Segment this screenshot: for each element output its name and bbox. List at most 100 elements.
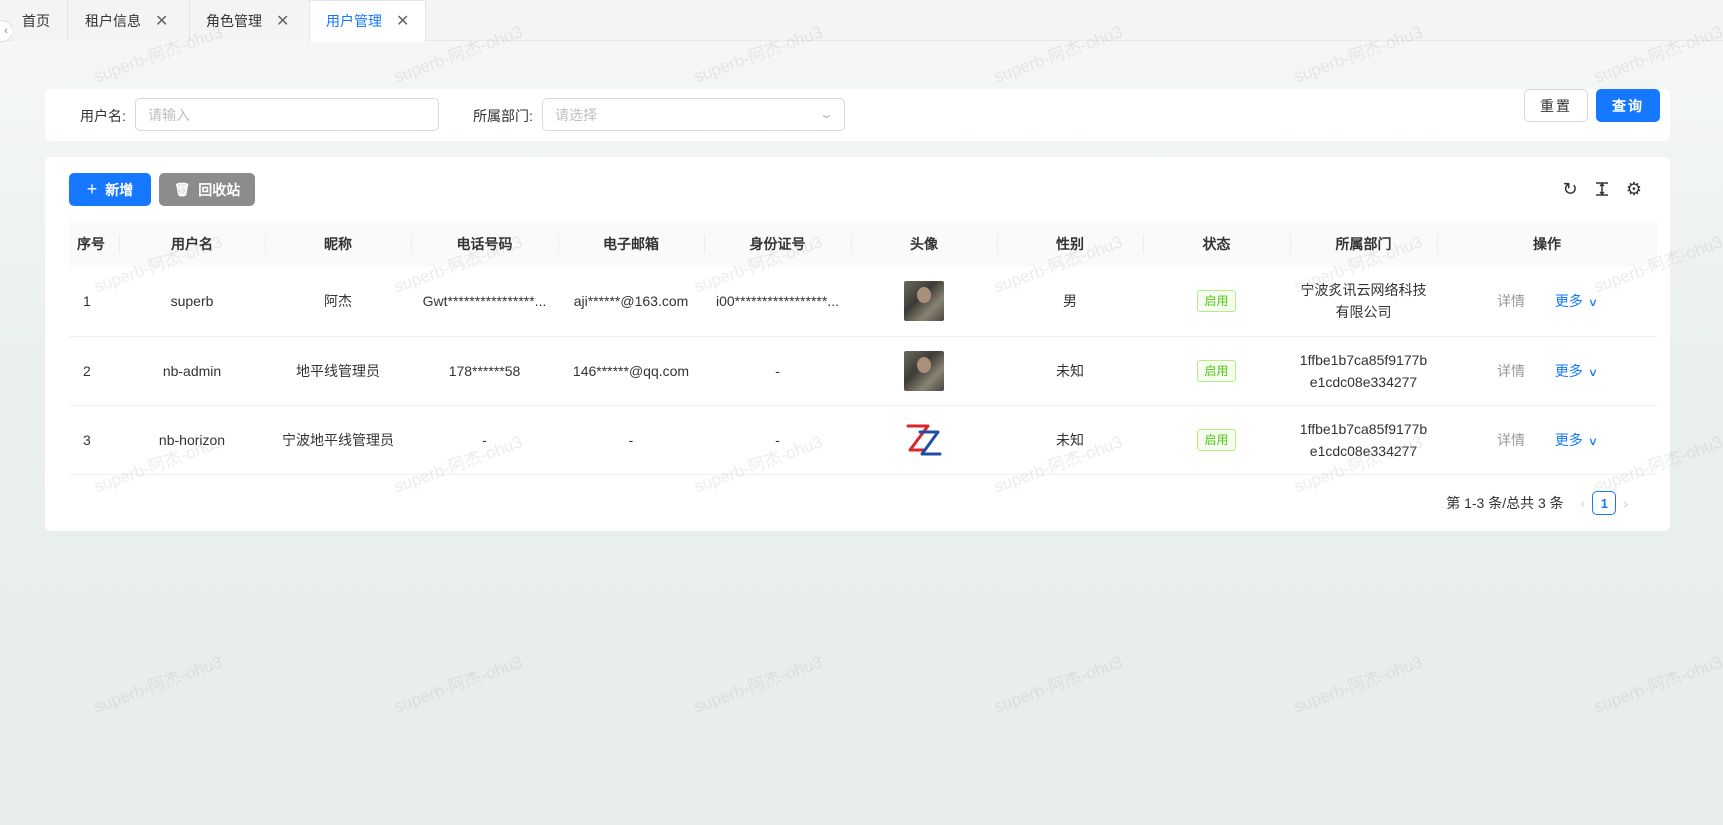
reset-button[interactable]: 重置 [1524,89,1588,122]
cell-index: 1 [69,267,119,337]
status-badge: 启用 [1197,428,1236,451]
cell-status: 启用 [1143,405,1290,475]
col-header: 用户名 [119,221,265,267]
cell-actions: 详情 更多 ∨ [1437,336,1657,406]
watermark-text: superb-阿杰-ohu3 [391,652,525,717]
chevron-down-icon: ∨ [1587,435,1599,448]
tab-role-management[interactable]: 角色管理 ✕ [190,0,310,41]
trash-icon: 🗑 [173,181,191,197]
query-label: 查询 [1612,97,1644,114]
query-button[interactable]: 查询 [1596,89,1660,122]
tab-home[interactable]: 首页 [12,0,68,41]
cell-idcard: - [704,405,851,475]
col-header: 所属部门 [1290,221,1437,267]
col-header: 身份证号 [704,221,851,267]
cell-avatar [851,267,997,337]
cell-username: nb-admin [119,336,265,406]
next-page-icon[interactable]: › [1623,495,1628,511]
col-header: 操作 [1437,221,1657,267]
cell-dept: 1ffbe1b7ca85f9177be1cdc08e334277 [1290,405,1437,475]
col-header: 电子邮箱 [558,221,704,267]
cell-index: 3 [69,405,119,475]
refresh-icon[interactable]: ↻ [1560,179,1580,199]
detail-link[interactable]: 详情 [1497,363,1525,379]
cell-username: nb-horizon [119,405,265,475]
table-row: 2 nb-admin 地平线管理员 178******58 146******@… [69,336,1657,406]
add-user-button[interactable]: + 新增 [69,173,151,206]
cell-phone: Gwt****************... [411,267,558,337]
close-icon[interactable]: ✕ [155,11,168,31]
tab-user-management[interactable]: 用户管理 ✕ [310,0,426,42]
cell-avatar [851,405,997,475]
add-label: 新增 [105,181,134,198]
cell-status: 启用 [1143,336,1290,406]
status-badge: 启用 [1197,290,1236,313]
cell-dept: 1ffbe1b7ca85f9177be1cdc08e334277 [1290,336,1437,406]
settings-icon[interactable]: ⚙ [1624,179,1644,199]
more-label: 更多 [1554,362,1583,379]
cell-nickname: 阿杰 [265,267,411,337]
dept-label: 所属部门: [473,108,533,124]
column-height-icon[interactable] [1592,179,1612,199]
tab-tenant-info[interactable]: 租户信息 ✕ [68,0,190,41]
search-form: 用户名: 请输入 所属部门: 请选择 ⌄ 重置 查询 [45,89,1670,141]
status-badge: 启用 [1197,359,1236,382]
cell-actions: 详情 更多 ∨ [1437,267,1657,337]
pagination-summary: 第 1-3 条/总共 3 条 [1446,495,1564,511]
dept-select[interactable]: 请选择 ⌄ [542,98,845,131]
pagination: 第 1-3 条/总共 3 条 ‹ 1 › [1446,491,1635,515]
page-number[interactable]: 1 [1592,491,1617,515]
detail-link[interactable]: 详情 [1497,293,1525,309]
horizon-logo-icon [906,424,942,455]
cell-email: - [558,405,704,475]
more-dropdown[interactable]: 更多 ∨ [1554,431,1599,448]
cell-nickname: 地平线管理员 [265,336,411,406]
cell-gender: 未知 [997,336,1143,406]
chevron-down-icon: ⌄ [818,106,835,121]
user-table: 序号 用户名 昵称 电话号码 电子邮箱 身份证号 头像 性别 状态 所属部门 操… [69,221,1657,475]
table-row: 3 nb-horizon 宁波地平线管理员 - - - 未知 启用 1ffbe1 [69,405,1657,475]
cell-index: 2 [69,336,119,406]
username-input[interactable]: 请输入 [135,98,439,131]
col-header: 性别 [997,221,1143,267]
watermark-text: superb-阿杰-ohu3 [91,652,225,717]
tab-label: 角色管理 [206,12,262,29]
cell-email: 146******@qq.com [558,336,704,406]
cell-idcard: i00*****************... [704,267,851,337]
cell-phone: 178******58 [411,336,558,406]
close-icon[interactable]: ✕ [276,11,289,31]
cell-status: 启用 [1143,267,1290,337]
cell-gender: 男 [997,267,1143,337]
cell-email: aji******@163.com [558,267,704,337]
reset-label: 重置 [1540,97,1572,114]
prev-page-icon[interactable]: ‹ [1581,495,1586,511]
col-header: 状态 [1143,221,1290,267]
tab-label: 首页 [22,12,50,29]
avatar[interactable] [904,350,944,391]
watermark-text: superb-阿杰-ohu3 [1291,652,1425,717]
watermark-text: superb-阿杰-ohu3 [991,652,1125,717]
watermark-text: superb-阿杰-ohu3 [691,652,825,717]
more-label: 更多 [1554,293,1583,310]
col-header: 昵称 [265,221,411,267]
cell-phone: - [411,405,558,475]
avatar[interactable] [904,419,944,460]
recycle-bin-button[interactable]: 🗑 回收站 [159,173,255,206]
cell-nickname: 宁波地平线管理员 [265,405,411,475]
table-header-row: 序号 用户名 昵称 电话号码 电子邮箱 身份证号 头像 性别 状态 所属部门 操… [69,221,1657,267]
tab-bar: ‹ 首页 租户信息 ✕ 角色管理 ✕ 用户管理 ✕ [0,0,1723,42]
close-icon[interactable]: ✕ [396,11,409,31]
col-header: 电话号码 [411,221,558,267]
more-dropdown[interactable]: 更多 ∨ [1554,362,1598,379]
more-dropdown[interactable]: 更多 ∨ [1554,293,1598,310]
tab-label: 租户信息 [85,12,141,29]
username-label: 用户名: [80,108,126,124]
avatar[interactable] [904,281,944,322]
col-header: 头像 [851,221,997,267]
more-label: 更多 [1554,431,1583,448]
dept-placeholder: 请选择 [555,106,597,123]
table-row: 1 superb 阿杰 Gwt****************... aji**… [69,267,1657,337]
detail-link[interactable]: 详情 [1497,432,1525,448]
cell-actions: 详情 更多 ∨ [1437,405,1657,475]
plus-icon: + [86,179,98,199]
